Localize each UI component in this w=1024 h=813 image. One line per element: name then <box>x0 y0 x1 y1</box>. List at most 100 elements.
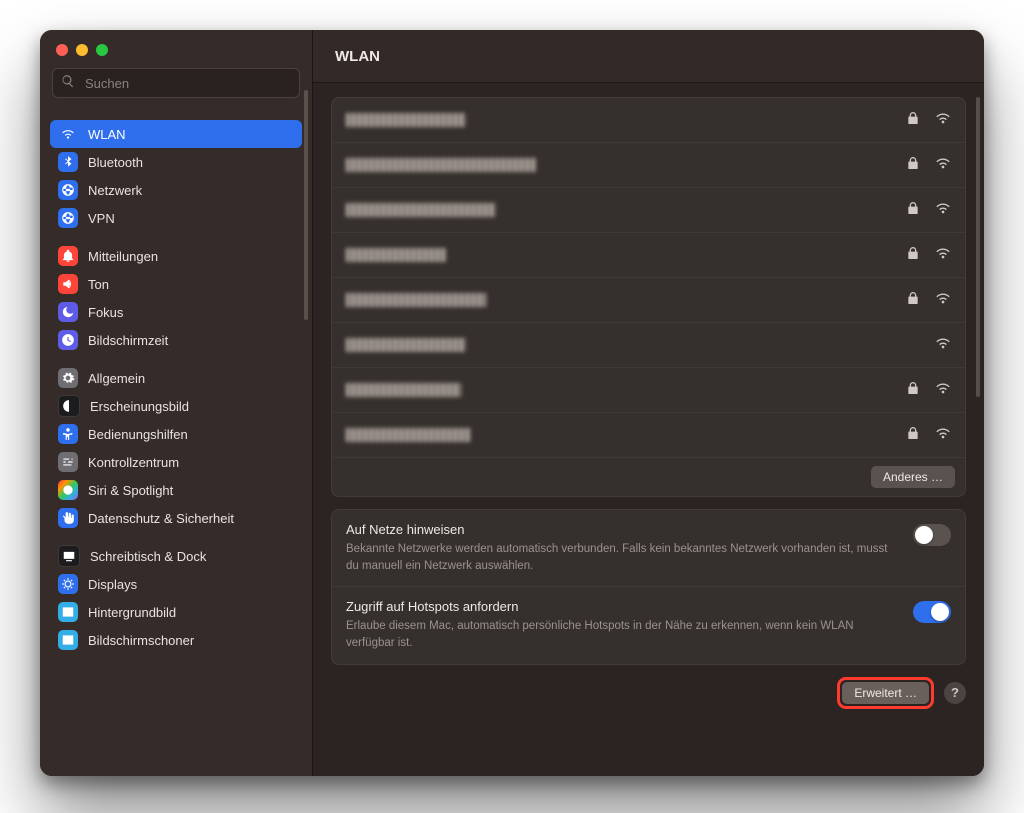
network-name-redacted <box>346 158 536 172</box>
dock-icon <box>58 545 80 567</box>
sidebar-item-label: Datenschutz & Sicherheit <box>88 511 234 526</box>
sidebar-item-label: Erscheinungsbild <box>90 399 189 414</box>
search-field[interactable] <box>52 68 300 98</box>
bell-icon <box>58 246 78 266</box>
wifi-signal-icon <box>935 110 951 131</box>
wifi-icon <box>58 124 78 144</box>
option-hotspot-access: Zugriff auf Hotspots anfordern Erlaube d… <box>332 586 965 663</box>
wifi-signal-icon <box>935 290 951 311</box>
option-title: Zugriff auf Hotspots anfordern <box>346 599 899 614</box>
content-scrollbar[interactable] <box>976 97 980 397</box>
lock-icon <box>905 245 921 266</box>
sidebar-item-displays[interactable]: Displays <box>50 570 302 598</box>
sidebar-item-label: Siri & Spotlight <box>88 483 173 498</box>
window-controls <box>40 30 312 66</box>
minimize-window-button[interactable] <box>76 44 88 56</box>
content-titlebar: WLAN <box>313 30 984 83</box>
sidebar-item-mitteilungen[interactable]: Mitteilungen <box>50 242 302 270</box>
network-row[interactable] <box>332 142 965 187</box>
siri-icon <box>58 480 78 500</box>
network-name-redacted <box>346 248 446 262</box>
sidebar-item-siri-spotlight[interactable]: Siri & Spotlight <box>50 476 302 504</box>
sidebar-item-label: Bluetooth <box>88 155 143 170</box>
half-icon <box>58 395 80 417</box>
network-row[interactable] <box>332 277 965 322</box>
wifi-signal-icon <box>935 380 951 401</box>
sidebar-item-netzwerk[interactable]: Netzwerk <box>50 176 302 204</box>
wifi-signal-icon <box>935 425 951 446</box>
globe-icon <box>58 208 78 228</box>
option-notify-networks: Auf Netze hinweisen Bekannte Netzwerke w… <box>332 510 965 586</box>
fullscreen-window-button[interactable] <box>96 44 108 56</box>
lock-icon <box>905 425 921 446</box>
wifi-options-panel: Auf Netze hinweisen Bekannte Netzwerke w… <box>331 509 966 665</box>
lock-icon <box>905 110 921 131</box>
network-row[interactable] <box>332 367 965 412</box>
gear-icon <box>58 368 78 388</box>
globe-icon <box>58 180 78 200</box>
sidebar-item-vpn[interactable]: VPN <box>50 204 302 232</box>
moon-icon <box>58 302 78 322</box>
network-row[interactable] <box>332 98 965 142</box>
page-title: WLAN <box>335 48 380 65</box>
sidebar-item-label: Schreibtisch & Dock <box>90 549 206 564</box>
sidebar-item-label: Allgemein <box>88 371 145 386</box>
other-network-button[interactable]: Anderes … <box>871 466 955 488</box>
wifi-signal-icon <box>935 245 951 266</box>
network-name-redacted <box>346 338 466 352</box>
sidebar-item-kontrollzentrum[interactable]: Kontrollzentrum <box>50 448 302 476</box>
sidebar-scrollbar[interactable] <box>304 90 308 320</box>
search-icon <box>61 74 75 93</box>
sidebar-item-bluetooth[interactable]: Bluetooth <box>50 148 302 176</box>
notify-networks-toggle[interactable] <box>913 524 951 546</box>
sidebar-item-label: Kontrollzentrum <box>88 455 179 470</box>
sidebar-item-label: Ton <box>88 277 109 292</box>
speaker-icon <box>58 274 78 294</box>
sidebar-item-hintergrundbild[interactable]: Hintergrundbild <box>50 598 302 626</box>
sliders-icon <box>58 452 78 472</box>
lock-icon <box>905 380 921 401</box>
hand-icon <box>58 508 78 528</box>
available-networks-panel: Anderes … <box>331 97 966 497</box>
network-row[interactable] <box>332 412 965 457</box>
network-name-redacted <box>346 113 466 127</box>
sidebar-item-allgemein[interactable]: Allgemein <box>50 364 302 392</box>
network-row[interactable] <box>332 322 965 367</box>
sidebar-item-bildschirmzeit[interactable]: Bildschirmzeit <box>50 326 302 354</box>
sidebar-item-bildschirmschoner[interactable]: Bildschirmschoner <box>50 626 302 654</box>
sidebar-item-ton[interactable]: Ton <box>50 270 302 298</box>
sidebar-item-fokus[interactable]: Fokus <box>50 298 302 326</box>
lock-icon <box>905 155 921 176</box>
content-pane: WLAN Anderes … Auf Netze hinweisen Bekan… <box>313 30 984 776</box>
content-footer: Erweitert … ? <box>331 677 966 709</box>
sidebar-item-datenschutz-sicherheit[interactable]: Datenschutz & Sicherheit <box>50 504 302 532</box>
lock-icon <box>905 200 921 221</box>
network-row[interactable] <box>332 187 965 232</box>
close-window-button[interactable] <box>56 44 68 56</box>
sidebar-item-erscheinungsbild[interactable]: Erscheinungsbild <box>50 392 302 420</box>
network-row[interactable] <box>332 232 965 277</box>
sidebar-item-label: VPN <box>88 211 115 226</box>
advanced-button[interactable]: Erweitert … <box>842 682 929 704</box>
wifi-signal-icon <box>935 155 951 176</box>
sidebar-item-label: Hintergrundbild <box>88 605 176 620</box>
clock-icon <box>58 330 78 350</box>
help-button[interactable]: ? <box>944 682 966 704</box>
network-name-redacted <box>346 383 461 397</box>
sidebar-item-label: Bedienungshilfen <box>88 427 188 442</box>
sidebar-item-label: Bildschirmzeit <box>88 333 168 348</box>
sun-icon <box>58 574 78 594</box>
sidebar-list: WLAN Bluetooth Netzwerk VPN Mitteilungen Ton F… <box>40 110 312 776</box>
sidebar-item-schreibtisch-dock[interactable]: Schreibtisch & Dock <box>50 542 302 570</box>
sidebar-item-wlan[interactable]: WLAN <box>50 120 302 148</box>
search-input[interactable] <box>83 75 291 92</box>
sidebar-item-label: Netzwerk <box>88 183 142 198</box>
sidebar: WLAN Bluetooth Netzwerk VPN Mitteilungen Ton F… <box>40 30 313 776</box>
sidebar-item-label: Displays <box>88 577 137 592</box>
sidebar-item-bedienungshilfen[interactable]: Bedienungshilfen <box>50 420 302 448</box>
settings-window: WLAN Bluetooth Netzwerk VPN Mitteilungen Ton F… <box>40 30 984 776</box>
hotspot-access-toggle[interactable] <box>913 601 951 623</box>
option-title: Auf Netze hinweisen <box>346 522 899 537</box>
sidebar-item-label: Fokus <box>88 305 123 320</box>
wifi-signal-icon <box>935 335 951 356</box>
